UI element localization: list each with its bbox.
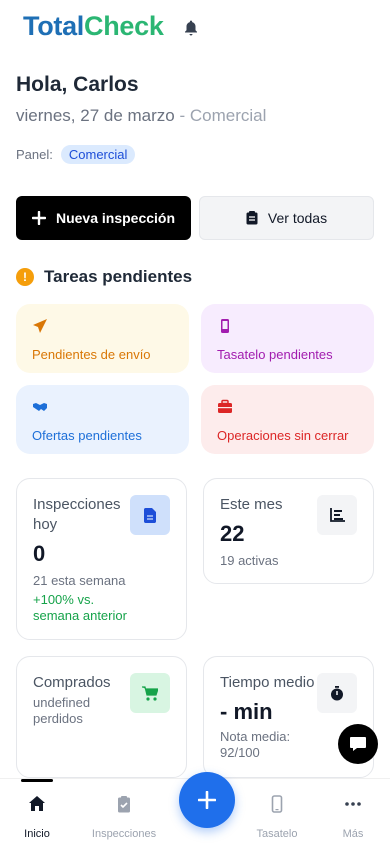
see-all-label: Ver todas	[267, 210, 328, 226]
stopwatch-icon	[331, 685, 343, 700]
task-label: Tasatelo pendientes	[217, 347, 333, 362]
stat-inspections-today[interactable]: Inspecciones hoy 0 21 esta semana +100% …	[16, 478, 187, 640]
stat-sub: Nota media: 92/100	[220, 729, 291, 760]
bar-chart-icon	[329, 508, 345, 522]
tab-label: Tasatelo	[256, 828, 298, 840]
cart-icon	[142, 685, 158, 701]
date-text: viernes, 27 de marzo	[16, 106, 175, 125]
mobile-icon	[271, 795, 283, 813]
tab-inspecciones[interactable]: Inspecciones	[84, 795, 164, 840]
task-open-operations[interactable]: Operaciones sin cerrar	[201, 385, 374, 454]
see-all-button[interactable]: Ver todas	[199, 196, 374, 240]
chat-button[interactable]	[338, 724, 378, 764]
more-icon	[345, 802, 361, 806]
chat-bubble-icon	[350, 737, 366, 751]
plus-icon	[198, 791, 216, 809]
stat-icon-box	[317, 673, 357, 713]
stat-sub: 21 esta semana	[33, 573, 126, 588]
tasks-title-text: Tareas pendientes	[44, 267, 193, 286]
stat-icon-box	[130, 673, 170, 713]
home-icon	[29, 796, 45, 811]
greeting-title: Hola, Carlos	[16, 73, 139, 96]
clipboard-list-icon	[246, 211, 258, 225]
document-icon	[144, 507, 156, 523]
paper-plane-icon	[33, 319, 47, 333]
stat-caption: Inspecciones hoy	[33, 496, 121, 533]
role-text: - Comercial	[174, 106, 267, 125]
stat-trend: +100% vs. semana anterior	[33, 592, 127, 623]
task-label: Pendientes de envío	[32, 347, 151, 362]
stat-sub: undefined perdidos	[33, 695, 91, 726]
stat-bought[interactable]: Comprados undefined perdidos	[16, 656, 187, 778]
add-fab-button[interactable]	[179, 772, 235, 828]
stat-icon-box	[130, 495, 170, 535]
tab-mas[interactable]: Más	[313, 795, 390, 840]
tasks-section-title: ! Tareas pendientes	[16, 267, 192, 287]
plus-icon	[31, 211, 46, 225]
warning-icon: !	[16, 268, 34, 286]
panel-label: Panel:	[16, 146, 53, 162]
stat-sub: 19 activas	[220, 553, 279, 568]
panel-badge[interactable]: Comercial	[60, 144, 136, 164]
task-pending-send[interactable]: Pendientes de envío	[16, 304, 189, 373]
tab-tasatelo[interactable]: Tasatelo	[237, 795, 317, 840]
new-inspection-label: Nueva inspección	[55, 210, 176, 226]
clipboard-icon	[118, 796, 130, 813]
mobile-icon	[221, 319, 229, 333]
panel-row: Panel: Comercial	[16, 144, 136, 164]
task-tasatelo-pending[interactable]: Tasatelo pendientes	[201, 304, 374, 373]
date-line: viernes, 27 de marzo - Comercial	[16, 106, 266, 126]
app-logo: TotalCheck	[23, 11, 164, 41]
handshake-icon	[33, 403, 47, 411]
tab-active-indicator	[21, 779, 53, 782]
stat-this-month[interactable]: Este mes 22 19 activas	[203, 478, 374, 584]
tab-inicio[interactable]: Inicio	[0, 795, 77, 840]
new-inspection-button[interactable]: Nueva inspección	[16, 196, 191, 240]
stat-icon-box	[317, 495, 357, 535]
task-offers-pending[interactable]: Ofertas pendientes	[16, 385, 189, 454]
briefcase-icon	[218, 399, 232, 413]
tab-label: Inspecciones	[91, 828, 157, 840]
task-label: Operaciones sin cerrar	[217, 428, 349, 443]
stat-value: 0	[33, 541, 46, 566]
app-header: TotalCheck	[0, 0, 390, 56]
task-label: Ofertas pendientes	[32, 428, 142, 443]
tab-label: Inicio	[24, 828, 50, 840]
tab-label: Más	[342, 828, 364, 840]
bell-icon[interactable]	[182, 19, 200, 37]
